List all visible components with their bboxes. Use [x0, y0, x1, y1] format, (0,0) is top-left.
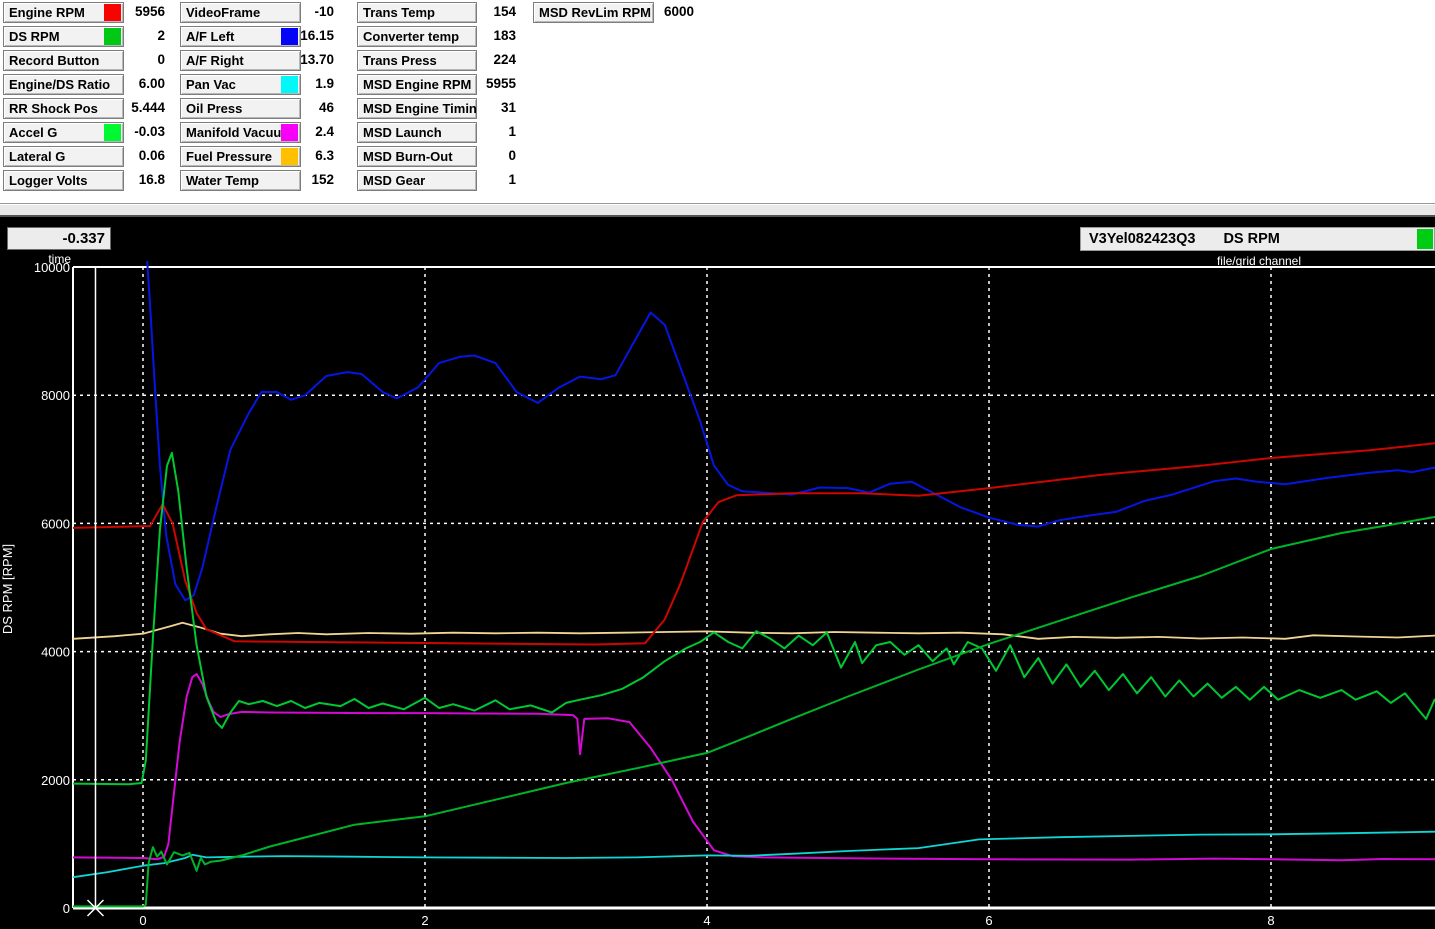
run-file-name: V3Yel082423Q3: [1089, 231, 1195, 247]
svg-text:2000: 2000: [41, 773, 70, 788]
channel-value-water-temp: 152: [244, 170, 334, 191]
channel-label: A/F Right: [186, 53, 244, 68]
file-grid-channel-caption: file/grid channel: [1217, 254, 1301, 268]
trace-pan-vac: [73, 832, 1435, 878]
channel-label: Lateral G: [9, 149, 65, 164]
channel-value-msd-burn-out: 0: [426, 146, 516, 167]
channel-value-engine-rpm: 5956: [75, 2, 165, 23]
file-grid-channel-selector[interactable]: V3Yel082423Q3 DS RPM: [1080, 227, 1435, 251]
channel-value-msd-revlim-rpm: 6000: [604, 2, 694, 23]
svg-text:4: 4: [703, 913, 710, 928]
y-axis-ticks: 0200040006000800010000: [34, 260, 70, 916]
channel-value-trans-press: 224: [426, 50, 516, 71]
channel-value-converter-temp: 183: [426, 26, 516, 47]
trace-engine-rpm: [73, 443, 1435, 644]
svg-text:6: 6: [985, 913, 992, 928]
channel-value-rr-shock-pos: 5.444: [75, 98, 165, 119]
svg-text:8: 8: [1267, 913, 1274, 928]
channel-value-trans-temp: 154: [426, 2, 516, 23]
svg-text:8000: 8000: [41, 388, 70, 403]
channel-value-manifold-vacuum: 2.4: [244, 122, 334, 143]
channel-value-ds-rpm: 2: [75, 26, 165, 47]
channel-label: A/F Left: [186, 29, 234, 44]
channel-value-msd-engine-timing: 31: [426, 98, 516, 119]
grid-lines: [73, 267, 1435, 908]
channel-value-oil-press: 46: [244, 98, 334, 119]
channel-label: Pan Vac: [186, 77, 236, 92]
trace-fuel-pressure: [73, 623, 1435, 639]
svg-text:0: 0: [139, 913, 146, 928]
trace-a-f-left: [145, 229, 1435, 601]
channel-value-fuel-pressure: 6.3: [244, 146, 334, 167]
y-axis-title: DS RPM [RPM]: [0, 544, 15, 634]
channel-value-accel-g: -0.03: [75, 122, 165, 143]
svg-text:4000: 4000: [41, 645, 70, 660]
graph-canvas[interactable]: 020004000600080001000002468timeDS RPM [R…: [0, 217, 1435, 929]
channel-label: Trans Temp: [363, 5, 435, 20]
cursor-time-readout: -0.337: [7, 227, 111, 250]
channel-value-pan-vac: 1.9: [244, 74, 334, 95]
channel-value-engine-ds-ratio: 6.00: [75, 74, 165, 95]
trace-manifold-vacuum: [73, 674, 1435, 860]
channel-label: Oil Press: [186, 101, 242, 116]
channel-value-lateral-g: 0.06: [75, 146, 165, 167]
channel-panel: Engine RPM5956DS RPM2Record Button0Engin…: [0, 0, 1435, 203]
svg-text:0: 0: [63, 901, 70, 916]
channel-value-logger-volts: 16.8: [75, 170, 165, 191]
channel-label: MSD Gear: [363, 173, 425, 188]
datalogger-app-window: Engine RPM5956DS RPM2Record Button0Engin…: [0, 0, 1435, 929]
channel-label: Engine RPM: [9, 5, 85, 20]
channel-label: DS RPM: [9, 29, 60, 44]
active-channel-swatch: [1417, 229, 1433, 249]
svg-text:6000: 6000: [41, 516, 70, 531]
window-splitter[interactable]: [0, 203, 1435, 217]
channel-label: Accel G: [9, 125, 57, 140]
channel-value-msd-engine-rpm: 5955: [426, 74, 516, 95]
channel-value-a-f-left: 16.15: [244, 26, 334, 47]
x-axis-title: time: [48, 252, 71, 266]
active-channel-name: DS RPM: [1223, 231, 1279, 247]
channel-value-msd-launch: 1: [426, 122, 516, 143]
channel-value-a-f-right: 13.70: [244, 50, 334, 71]
channel-value-msd-gear: 1: [426, 170, 516, 191]
x-axis-ticks: 0 2 4 6 8: [139, 913, 1274, 928]
channel-value-videoframe: -10: [244, 2, 334, 23]
svg-text:2: 2: [421, 913, 428, 928]
channel-value-record-button: 0: [75, 50, 165, 71]
graph-panel: 020004000600080001000002468timeDS RPM [R…: [0, 217, 1435, 929]
